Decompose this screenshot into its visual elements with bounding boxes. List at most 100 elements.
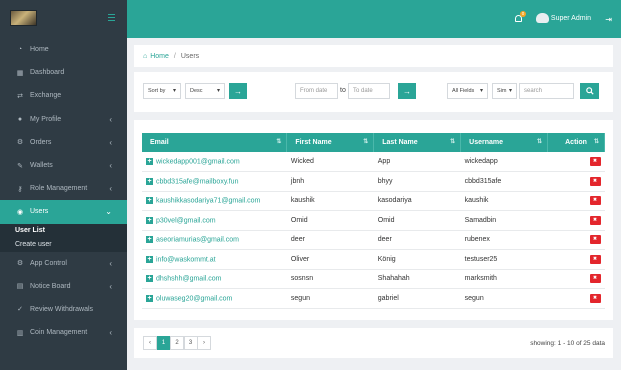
table-row: + wickedapp001@gmail.com Wicked App wickedap… [142,152,605,172]
page-2-button[interactable]: 2 [170,336,184,350]
expand-icon[interactable]: + [146,197,153,205]
prev-page-button[interactable]: ‹ [143,336,157,350]
expand-icon[interactable]: + [146,177,153,185]
users-table-panel: Email ⇅ First Name ⇅ Last Name ⇅ Username ⇅ Acti… [134,120,613,320]
last-name-cell: deer [373,230,461,250]
dashboard-icon: ▦ [16,69,24,77]
table-row: + oluwaseg20@gmail.com segun gabriel segun ✖ [142,288,605,309]
sidebar-item-app-control[interactable]: ⚙ App Control ‹ [0,252,127,275]
delete-icon[interactable]: ✖ [589,293,601,303]
action-cell: ✖ [547,249,605,270]
page-1-button[interactable]: 1 [156,336,171,350]
column-header-email[interactable]: Email ⇅ [142,133,288,152]
expand-icon[interactable]: + [146,255,153,263]
column-header-action[interactable]: Action ⇅ [547,133,605,152]
username-cell: testuser25 [460,249,548,270]
sidebar-item-wallets[interactable]: ✎ Wallets ‹ [0,154,127,177]
logo[interactable] [10,10,37,26]
first-name-cell: sosnsn [286,269,374,289]
showing-count: showing: 1 - 10 of 25 data [530,340,605,347]
page-3-button[interactable]: 3 [183,336,198,350]
expand-icon[interactable]: + [146,157,153,165]
username-cell: wickedapp [460,152,548,172]
delete-icon[interactable]: ✖ [589,274,601,284]
expand-icon[interactable]: + [146,275,153,283]
user-icon: ● [17,115,23,123]
email-cell[interactable]: + kaushikkasodariya71@gmail.com [142,191,287,211]
sidebar-item-home[interactable]: ◔ Home [0,38,127,61]
logout-icon[interactable]: ⇥ [605,15,612,24]
email-cell[interactable]: + dhshshh@gmail.com [142,269,287,289]
search-button[interactable] [580,83,599,99]
date-apply-button[interactable]: → [398,83,416,99]
sidebar-item-dashboard[interactable]: ▦ Dashboard [0,61,127,84]
sidebar-item-label: Dashboard [30,69,65,77]
to-date-input[interactable]: To date [348,83,390,99]
sidebar-item-my-profile[interactable]: ● My Profile ‹ [0,108,127,131]
sidebar-header [0,0,127,38]
sidebar-item-role-management[interactable]: ⚷ Role Management ‹ [0,177,127,200]
sort-icon[interactable]: ⇅ [450,138,455,145]
expand-icon[interactable]: + [146,216,153,224]
email-cell[interactable]: + aseoriamurias@gmail.com [142,230,287,250]
column-header-username[interactable]: Username ⇅ [460,133,549,152]
action-cell: ✖ [547,269,605,289]
sort-apply-button[interactable]: → [229,83,247,99]
expand-icon[interactable]: + [146,236,153,244]
submenu-item-user-list[interactable]: User List [0,224,127,238]
admin-name[interactable]: Super Admin [551,15,591,22]
delete-icon[interactable]: ✖ [589,235,601,245]
delete-icon[interactable]: ✖ [589,254,601,264]
sidebar-item-users[interactable]: ◉ Users ⌄ [0,200,127,224]
sidebar-item-label: Exchange [30,92,62,100]
delete-icon[interactable]: ✖ [589,196,601,206]
from-date-input[interactable]: From date [295,83,338,99]
gear-icon: ⚙ [16,139,24,147]
email-cell[interactable]: + info@waskommt.at [142,249,287,270]
bell-icon[interactable]: 0 [515,11,526,24]
match-select[interactable]: Sim ▾ [492,83,517,99]
sort-icon[interactable]: ⇅ [537,138,542,145]
column-header-last-name[interactable]: Last Name ⇅ [373,133,462,152]
tachometer-icon: ◔ [17,46,23,54]
sidebar-item-review-withdrawals[interactable]: ✓ Review Withdrawals [0,298,127,321]
breadcrumb-home[interactable]: Home [150,53,169,60]
sidebar-item-exchange[interactable]: ⇄ Exchange [0,84,127,107]
breadcrumb-current: Users [180,52,200,60]
bank-icon: ▥ [16,329,24,337]
submenu-item-create-user[interactable]: Create user [0,238,127,252]
sidebar-item-notice-board[interactable]: ▤ Notice Board ‹ [0,275,127,298]
email-cell[interactable]: + cbbd315afe@mailboxy.fun [142,171,287,192]
table-row: + p30vel@gmail.com Omid Omid Samadbin ✖ [142,210,605,231]
table-row: + cbbd315afe@mailboxy.fun jbnh bhyy cbbd315a… [142,171,605,192]
delete-icon[interactable]: ✖ [589,176,601,186]
order-select[interactable]: Desc ▾ [185,83,225,99]
last-name-cell: Omid [373,210,461,231]
chevron-left-icon: ‹ [109,114,112,124]
sort-icon[interactable]: ⇅ [594,138,599,145]
chevron-left-icon: ‹ [109,160,112,170]
avatar[interactable] [536,13,549,23]
users-icon: ◉ [16,208,24,216]
email-cell[interactable]: + p30vel@gmail.com [142,210,287,231]
column-header-label: Username [469,139,503,146]
fields-select[interactable]: All Fields ▾ [447,83,488,99]
sort-icon[interactable]: ⇅ [363,138,368,145]
delete-icon[interactable]: ✖ [589,157,601,166]
next-page-button[interactable]: › [197,336,211,350]
sort-by-select[interactable]: Sort by ▾ [143,83,181,99]
to-label: to [340,87,346,94]
sort-icon[interactable]: ⇅ [276,138,281,145]
menu-toggle-icon[interactable] [108,14,115,21]
email-cell[interactable]: + wickedapp001@gmail.com [142,152,287,172]
sidebar-item-coin-management[interactable]: ▥ Coin Management ‹ [0,321,127,344]
email-cell[interactable]: + oluwaseg20@gmail.com [142,288,287,309]
delete-icon[interactable]: ✖ [589,215,601,225]
action-cell: ✖ [547,210,605,231]
search-input[interactable]: search [519,83,574,99]
column-header-first-name[interactable]: First Name ⇅ [286,133,375,152]
sidebar-nav: ◔ Home ▦ Dashboard ⇄ Exchange ● My Profile ‹ ⚙ Ord… [0,38,127,344]
last-name-cell: König [373,249,461,270]
expand-icon[interactable]: + [146,294,153,302]
sidebar-item-orders[interactable]: ⚙ Orders ‹ [0,131,127,154]
